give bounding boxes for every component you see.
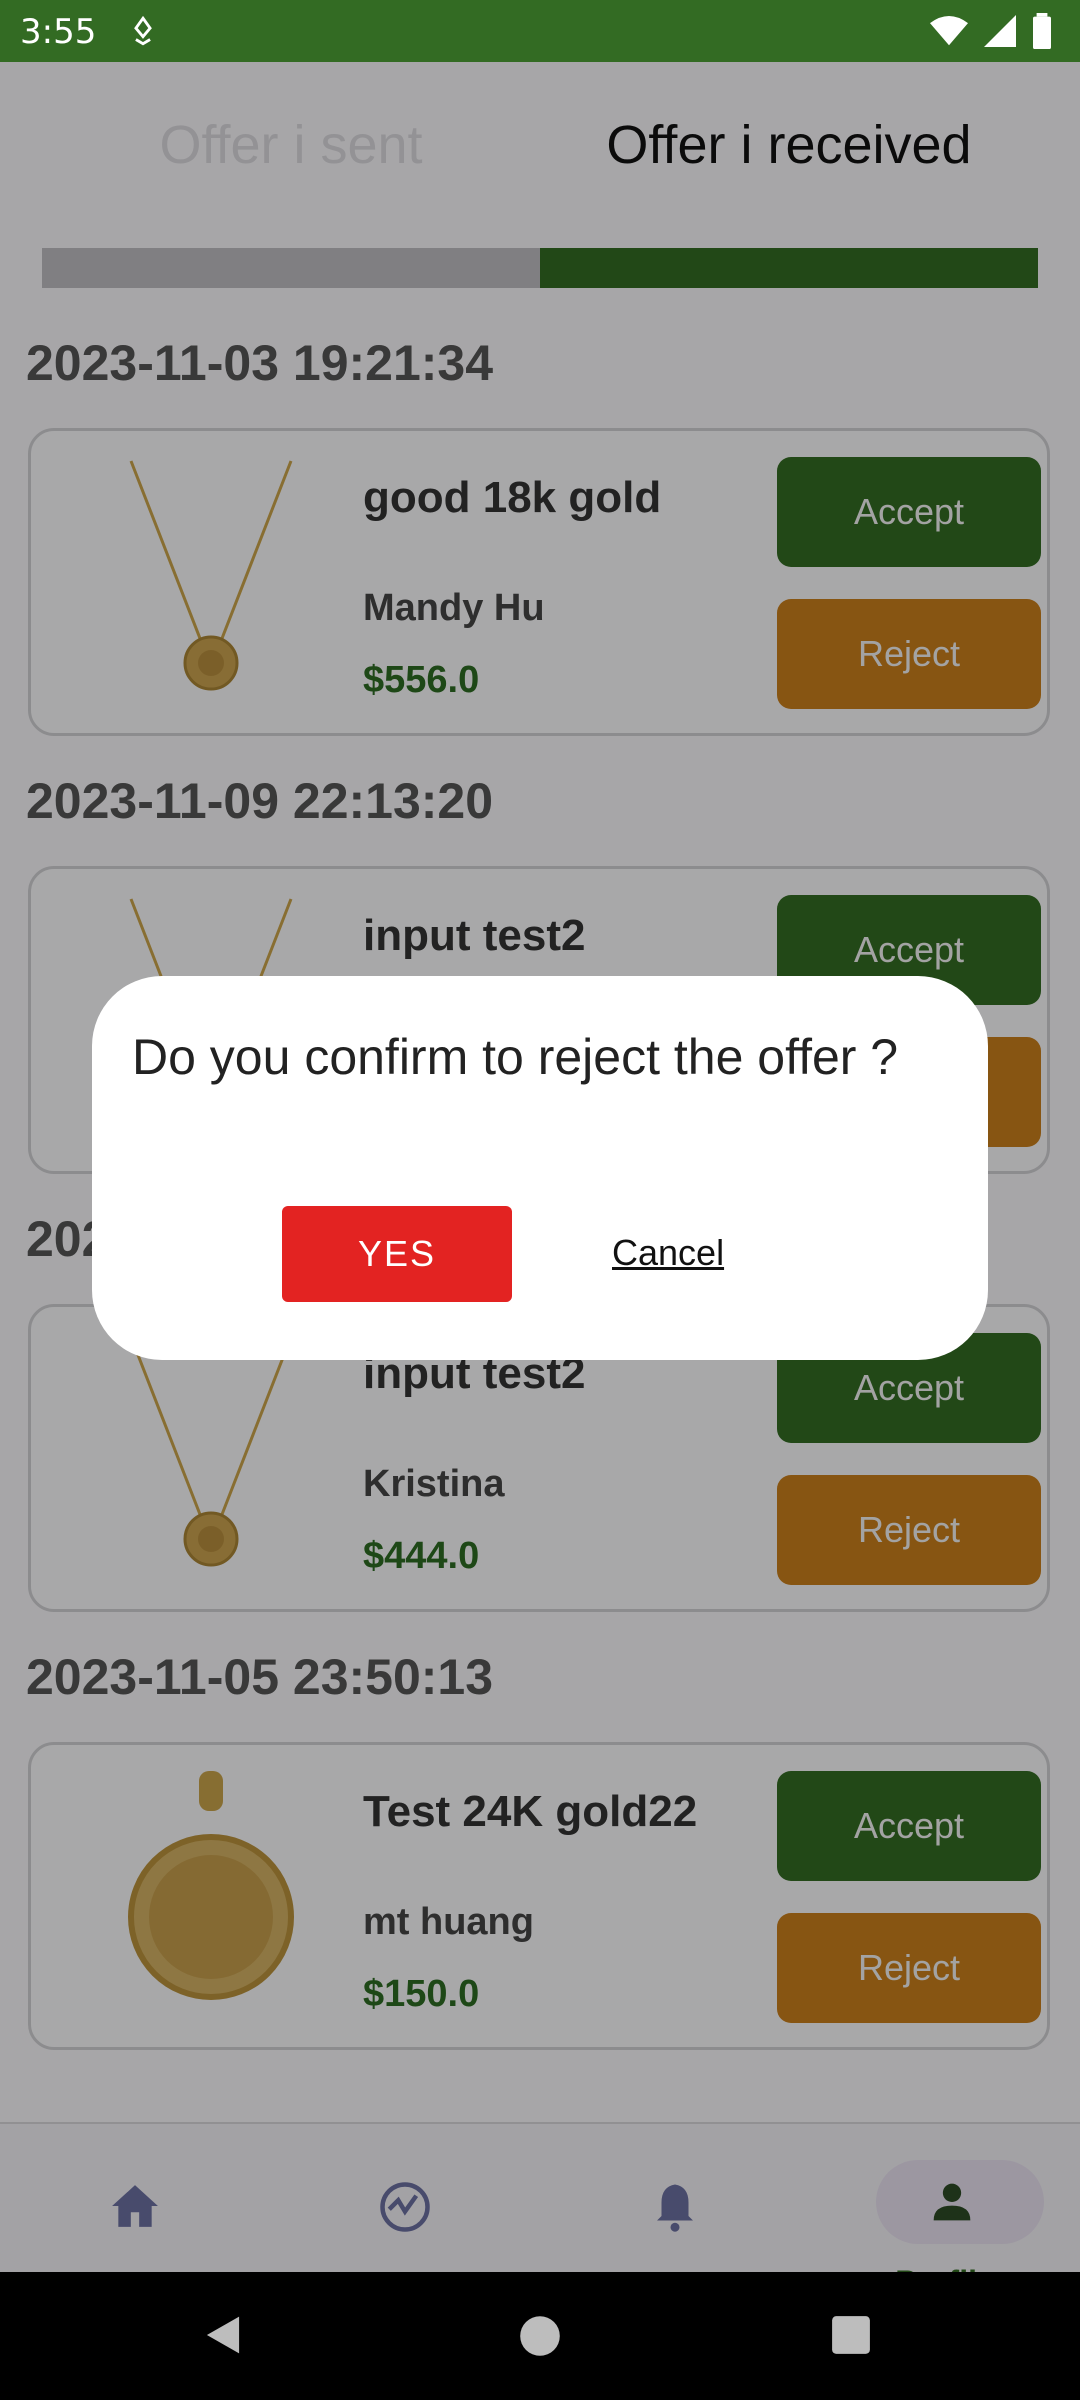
signal-icon	[984, 15, 1016, 47]
back-icon[interactable]	[200, 2312, 246, 2358]
battery-icon	[1033, 13, 1051, 49]
recents-icon[interactable]	[830, 2314, 872, 2356]
status-time: 3:55	[20, 12, 97, 52]
dialog-message: Do you confirm to reject the offer ?	[132, 1029, 899, 1085]
status-bar: 3:55	[0, 0, 1080, 62]
yes-button[interactable]: YES	[282, 1206, 512, 1302]
notification-icon	[134, 15, 152, 46]
wifi-icon	[930, 15, 968, 46]
cancel-button[interactable]: Cancel	[612, 1232, 724, 1274]
home-circle-icon[interactable]	[518, 2314, 562, 2358]
system-navigation-bar	[0, 2272, 1080, 2400]
confirm-reject-dialog: Do you confirm to reject the offer ? YES…	[92, 976, 988, 1360]
